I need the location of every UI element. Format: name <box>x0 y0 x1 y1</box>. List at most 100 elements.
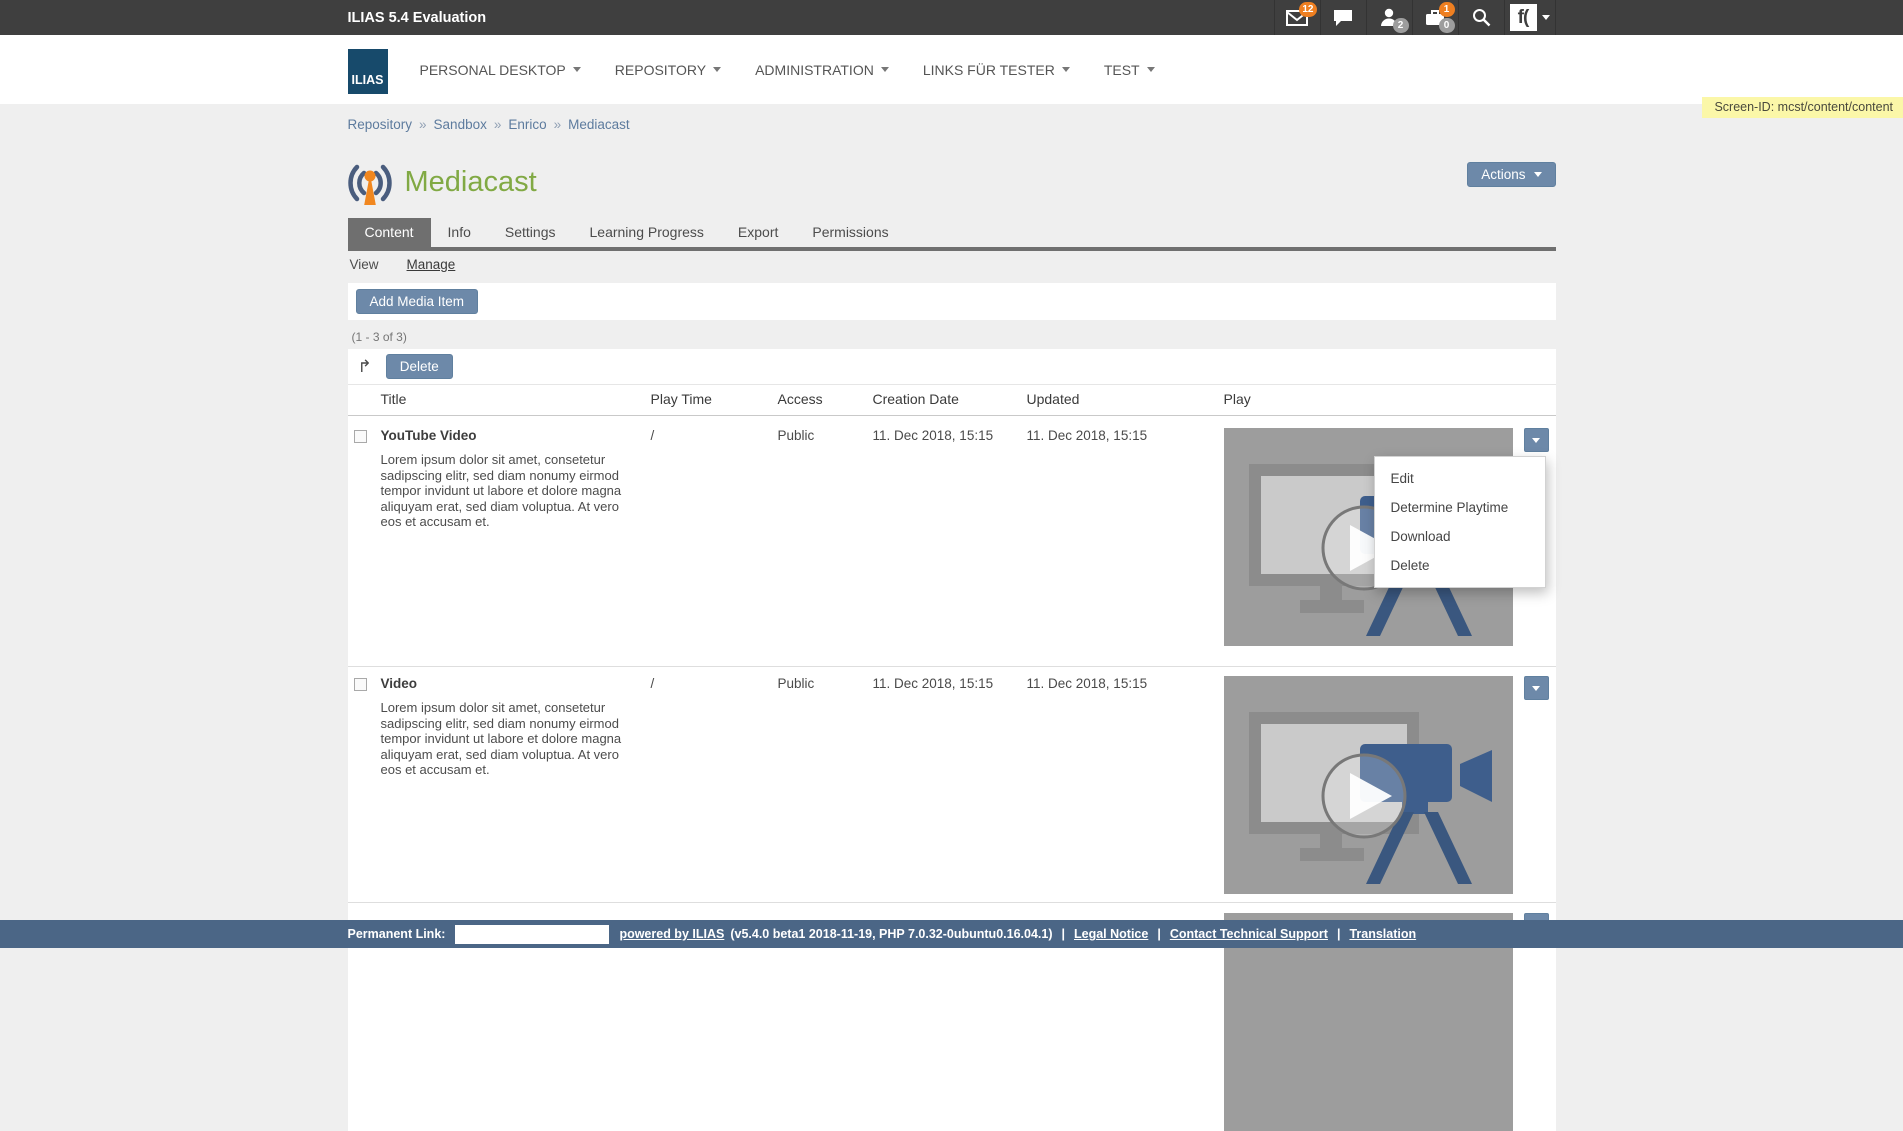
video-placeholder-graphic <box>1224 676 1513 894</box>
media-description: Lorem ipsum dolor sit amet, consetetur s… <box>381 452 625 530</box>
access-value: Public <box>778 676 873 894</box>
chevron-down-icon <box>881 67 889 72</box>
chevron-down-icon <box>1532 438 1540 443</box>
play-time-value: / <box>651 676 778 894</box>
menu-personal-desktop[interactable]: PERSONAL DESKTOP <box>420 62 581 78</box>
tab-settings[interactable]: Settings <box>488 218 573 247</box>
breadcrumb-mediacast[interactable]: Mediacast <box>568 117 630 132</box>
chevron-down-icon <box>1532 686 1540 691</box>
breadcrumb: Repository » Sandbox » Enrico » Mediacas… <box>348 104 1556 132</box>
user-menu-button[interactable]: f( <box>1504 0 1556 35</box>
chat-button[interactable] <box>1320 0 1366 35</box>
tab-learning-progress[interactable]: Learning Progress <box>573 218 721 247</box>
media-table: ↱ Delete Title Play Time Access Creation… <box>348 349 1556 1131</box>
table-row: YouTube Video Lorem ipsum dolor sit amet… <box>348 416 1556 667</box>
chevron-down-icon <box>1534 172 1542 177</box>
ilias-logo[interactable]: ILIAS <box>348 49 388 94</box>
footer-bar: Permanent Link: powered by ILIAS (v5.4.0… <box>0 920 1903 948</box>
menu-item-download[interactable]: Download <box>1375 522 1545 551</box>
actions-button[interactable]: Actions <box>1467 162 1555 187</box>
briefcase-badge-top: 1 <box>1439 2 1455 17</box>
updated-value: 11. Dec 2018, 15:15 <box>1027 428 1224 646</box>
contacts-badge: 2 <box>1393 18 1409 33</box>
menu-links-fuer-tester[interactable]: LINKS FÜR TESTER <box>923 62 1070 78</box>
updated-value: 11. Dec 2018, 15:15 <box>1027 676 1224 894</box>
app-title: ILIAS 5.4 Evaluation <box>348 10 487 26</box>
chevron-down-icon <box>573 67 581 72</box>
creation-date-value: 11. Dec 2018, 15:15 <box>873 428 1027 646</box>
delete-selected-button[interactable]: Delete <box>386 354 453 379</box>
tab-bar: Content Info Settings Learning Progress … <box>348 218 1556 251</box>
subtab-view[interactable]: View <box>350 257 379 273</box>
row-actions-dropdown-button[interactable] <box>1524 428 1549 452</box>
row-checkbox[interactable] <box>354 678 367 691</box>
menu-item-delete[interactable]: Delete <box>1375 551 1545 580</box>
chevron-down-icon <box>1062 67 1070 72</box>
col-creation-date: Creation Date <box>873 391 1027 407</box>
powered-by-link[interactable]: powered by ILIAS <box>619 927 724 941</box>
breadcrumb-enrico[interactable]: Enrico <box>508 117 546 132</box>
apply-to-selection-arrow-icon: ↱ <box>358 358 372 375</box>
main-menu: PERSONAL DESKTOP REPOSITORY ADMINISTRATI… <box>420 62 1155 78</box>
subtab-bar: View Manage <box>348 251 1556 281</box>
permalink-input[interactable] <box>455 925 609 944</box>
legal-notice-link[interactable]: Legal Notice <box>1074 927 1148 941</box>
tab-content[interactable]: Content <box>348 218 431 247</box>
avatar: f( <box>1510 4 1537 31</box>
translation-link[interactable]: Translation <box>1349 927 1416 941</box>
mail-button[interactable]: 12 <box>1274 0 1320 35</box>
permalink-label: Permanent Link: <box>348 927 446 941</box>
chevron-down-icon <box>1147 67 1155 72</box>
topbar-icon-group: 12 2 1 0 <box>1274 0 1556 35</box>
add-media-item-button[interactable]: Add Media Item <box>356 289 479 314</box>
tab-export[interactable]: Export <box>721 218 795 247</box>
menu-test[interactable]: TEST <box>1104 62 1155 78</box>
menu-item-edit[interactable]: Edit <box>1375 464 1545 493</box>
main-content: Repository » Sandbox » Enrico » Mediacas… <box>348 104 1556 1131</box>
search-button[interactable] <box>1458 0 1504 35</box>
briefcase-badge-bottom: 0 <box>1439 18 1455 33</box>
result-range: (1 - 3 of 3) <box>348 330 1556 344</box>
screen-id-badge: Screen-ID: mcst/content/content <box>1702 97 1903 118</box>
contact-support-link[interactable]: Contact Technical Support <box>1170 927 1328 941</box>
breadcrumb-repository[interactable]: Repository <box>348 117 413 132</box>
menu-repository[interactable]: REPOSITORY <box>615 62 721 78</box>
version-info: (v5.4.0 beta1 2018-11-19, PHP 7.0.32-0ub… <box>730 927 1052 941</box>
creation-date-value: 11. Dec 2018, 15:15 <box>873 676 1027 894</box>
tab-permissions[interactable]: Permissions <box>795 218 905 247</box>
media-title: YouTube Video <box>381 428 651 443</box>
video-thumbnail[interactable] <box>1224 676 1513 894</box>
contacts-button[interactable]: 2 <box>1366 0 1412 35</box>
tab-info[interactable]: Info <box>431 218 488 247</box>
toolbar-panel: Add Media Item <box>348 283 1556 320</box>
chevron-down-icon <box>713 67 721 72</box>
access-value: Public <box>778 428 873 646</box>
col-play: Play <box>1224 391 1556 407</box>
col-updated: Updated <box>1027 391 1224 407</box>
row-actions-menu: Edit Determine Playtime Download Delete <box>1374 456 1546 588</box>
col-play-time: Play Time <box>651 391 778 407</box>
breadcrumb-sandbox[interactable]: Sandbox <box>434 117 487 132</box>
chevron-down-icon <box>1542 15 1550 20</box>
menu-item-determine-playtime[interactable]: Determine Playtime <box>1375 493 1545 522</box>
table-header-row: Title Play Time Access Creation Date Upd… <box>348 385 1556 416</box>
table-selection-toolbar: ↱ Delete <box>348 349 1556 385</box>
col-title: Title <box>381 391 651 407</box>
row-checkbox[interactable] <box>354 430 367 443</box>
search-icon <box>1472 8 1491 27</box>
play-time-value: / <box>651 428 778 646</box>
briefcase-button[interactable]: 1 0 <box>1412 0 1458 35</box>
media-description: Lorem ipsum dolor sit amet, consetetur s… <box>381 700 625 778</box>
main-nav-bar: ILIAS PERSONAL DESKTOP REPOSITORY ADMINI… <box>0 35 1903 104</box>
page-header: Mediacast Actions <box>348 158 1556 206</box>
row-actions-dropdown-button[interactable] <box>1524 676 1549 700</box>
subtab-manage[interactable]: Manage <box>407 257 456 273</box>
menu-administration[interactable]: ADMINISTRATION <box>755 62 889 78</box>
page-title: Mediacast <box>405 166 537 199</box>
chat-icon <box>1333 9 1353 26</box>
media-title: Video <box>381 676 651 691</box>
table-row: Video Lorem ipsum dolor sit amet, conset… <box>348 667 1556 903</box>
top-bar: ILIAS 5.4 Evaluation 12 2 <box>0 0 1903 35</box>
col-access: Access <box>778 391 873 407</box>
mail-badge: 12 <box>1299 2 1316 17</box>
